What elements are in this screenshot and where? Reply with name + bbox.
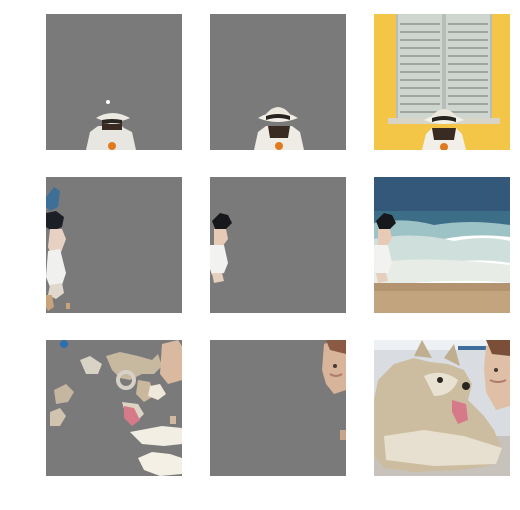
mask-child-only-image [210, 177, 346, 313]
mask-dog-fragments-tile [46, 340, 182, 476]
mask-scattered-child-image [46, 177, 182, 313]
mask-person-face-tile [210, 340, 346, 476]
original-girl-at-window-image [374, 14, 510, 150]
mask-hat-fragment-tile [46, 14, 182, 150]
original-husky-photo-image [374, 340, 510, 476]
original-girl-at-window-tile [374, 14, 510, 150]
mask-child-only-tile [210, 177, 346, 313]
mask-scattered-child-tile [46, 177, 182, 313]
mask-person-face-image [210, 340, 346, 476]
mask-hat-fragment-image [46, 14, 182, 150]
original-beach-scene-image [374, 177, 510, 313]
mask-dog-fragments-image [46, 340, 182, 476]
mask-girl-with-hat-image [210, 14, 346, 150]
mask-girl-with-hat-tile [210, 14, 346, 150]
original-husky-photo-tile [374, 340, 510, 476]
original-beach-scene-tile [374, 177, 510, 313]
